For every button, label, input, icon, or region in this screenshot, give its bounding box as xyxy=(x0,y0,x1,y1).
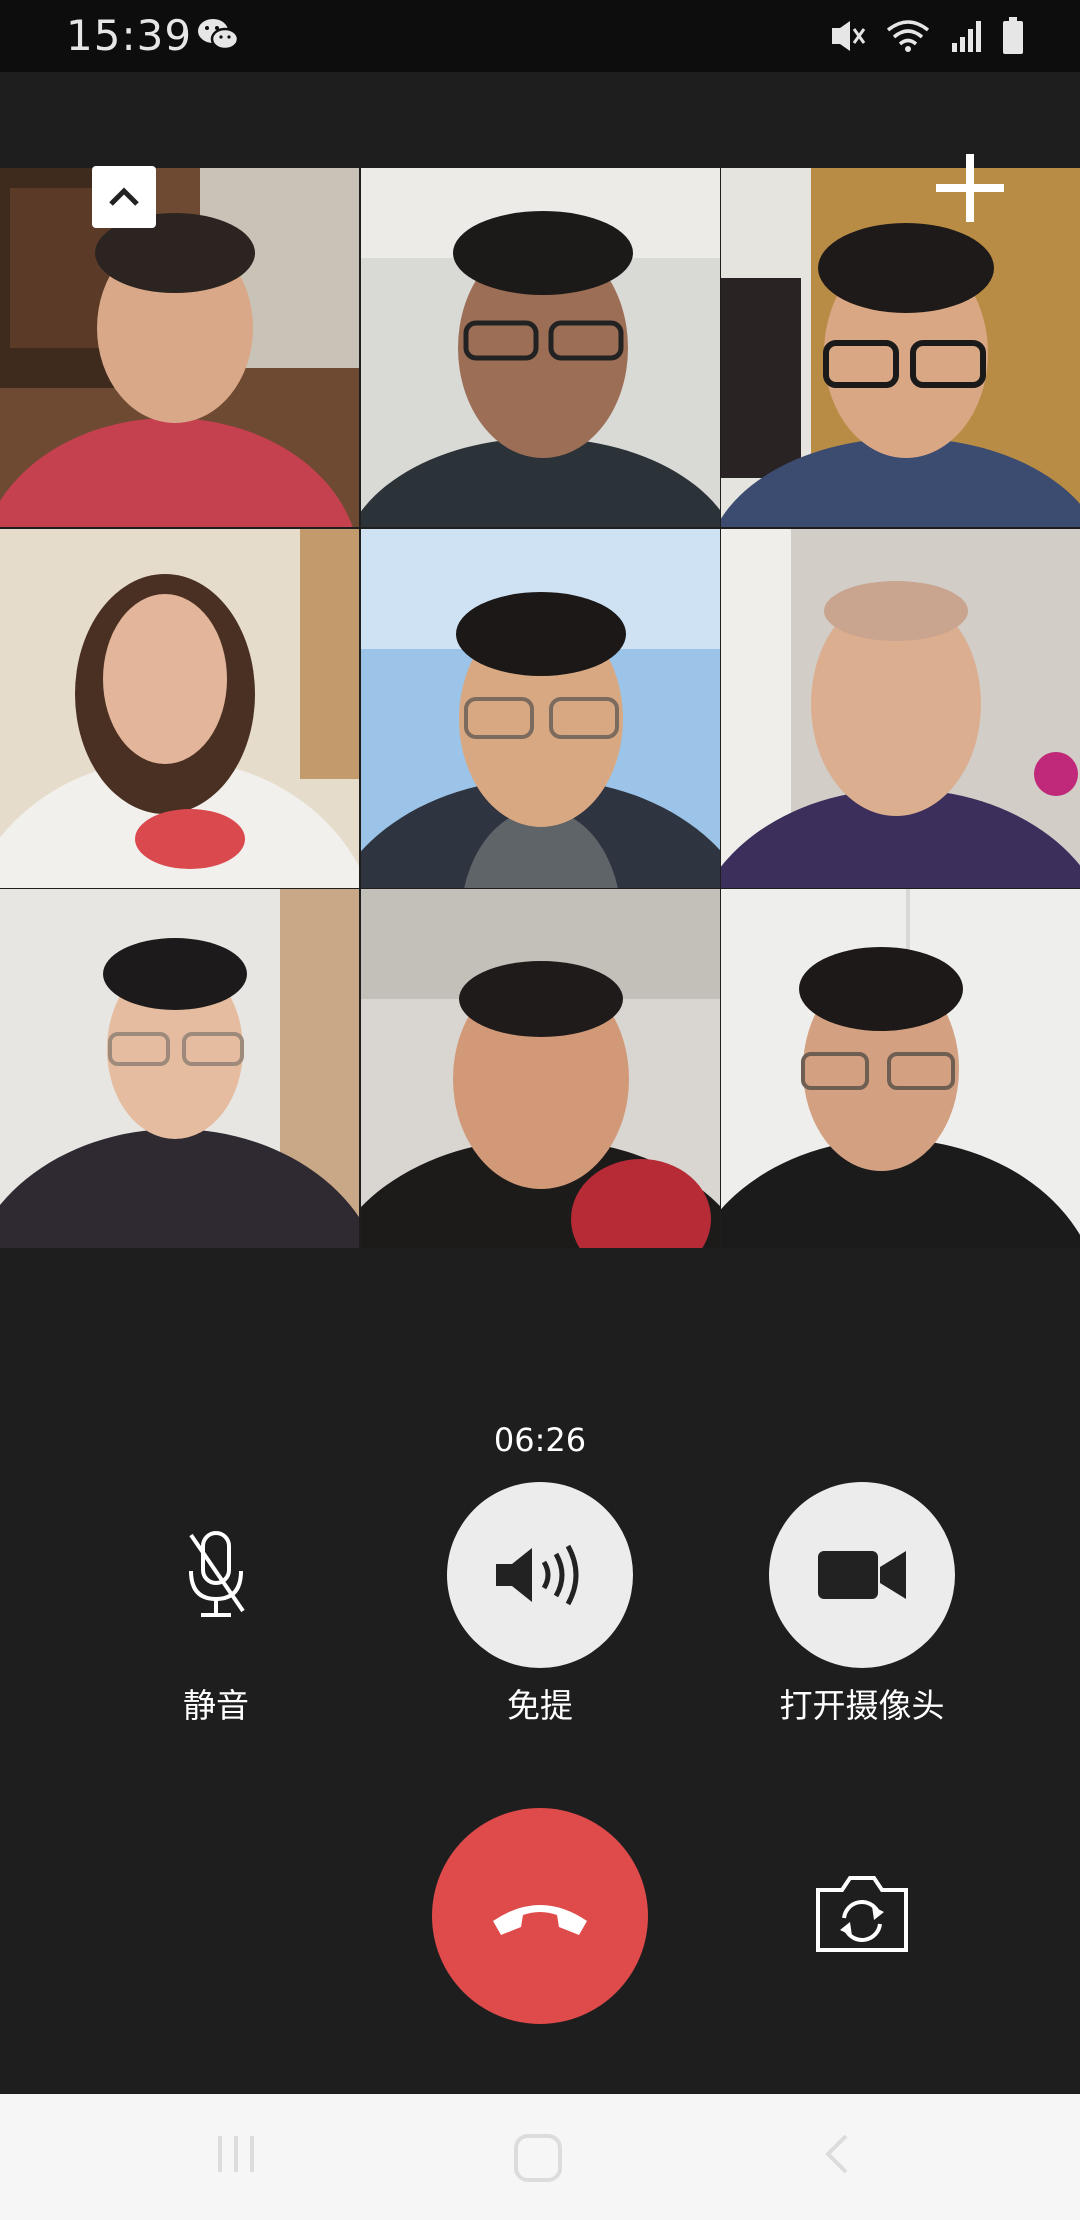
participant-video-tile[interactable] xyxy=(360,528,720,888)
speaker-icon xyxy=(496,1544,579,1606)
wechat-icon xyxy=(198,19,240,51)
switch-camera-button[interactable] xyxy=(812,1872,912,1956)
speaker-label: 免提 xyxy=(507,1686,573,1725)
participant-video-feed xyxy=(0,168,359,527)
participant-video-grid xyxy=(0,168,1080,1248)
add-member-button[interactable] xyxy=(932,150,1008,226)
participant-video-tile[interactable] xyxy=(721,528,1080,888)
participant-video-feed xyxy=(0,889,359,1248)
system-navigation-bar xyxy=(0,2094,1080,2220)
participant-video-tile[interactable] xyxy=(721,889,1080,1248)
speaker-control[interactable] xyxy=(447,1482,633,1668)
call-timer: 06:26 xyxy=(493,1421,587,1459)
mute-button[interactable]: 静音 xyxy=(86,1482,346,1726)
participant-video-feed xyxy=(360,528,720,888)
video-camera-icon xyxy=(818,1551,906,1599)
battery-icon xyxy=(1003,17,1023,54)
camera-control[interactable] xyxy=(769,1482,955,1668)
status-bar: 15:39 xyxy=(0,0,1080,72)
hang-up-button[interactable] xyxy=(432,1808,648,2024)
recent-apps-icon[interactable] xyxy=(214,2132,258,2176)
speaker-button[interactable]: 免提 xyxy=(410,1482,670,1726)
participant-video-tile[interactable] xyxy=(360,889,720,1248)
signal-icon xyxy=(952,21,981,52)
home-icon[interactable] xyxy=(512,2132,564,2184)
mute-control[interactable] xyxy=(123,1482,309,1668)
participant-video-feed xyxy=(360,168,720,527)
participant-video-tile[interactable] xyxy=(0,528,359,888)
camera-button[interactable]: 打开摄像头 xyxy=(732,1482,992,1726)
wifi-icon xyxy=(886,20,930,52)
participant-video-feed xyxy=(721,889,1080,1248)
camera-label: 打开摄像头 xyxy=(779,1686,945,1725)
back-icon[interactable] xyxy=(822,2132,852,2176)
mute-label: 静音 xyxy=(183,1686,249,1725)
chevron-up-icon xyxy=(109,187,139,206)
microphone-off-icon xyxy=(189,1531,245,1617)
participant-video-feed xyxy=(360,889,720,1248)
collapse-button[interactable] xyxy=(92,166,156,228)
participant-video-feed xyxy=(721,528,1080,888)
status-time: 15:39 xyxy=(66,11,193,60)
participant-video-feed xyxy=(0,528,359,888)
mute-vibrate-icon xyxy=(832,21,866,51)
phone-hangup-icon xyxy=(493,1905,587,1935)
participant-video-tile[interactable] xyxy=(721,168,1080,527)
participant-video-tile[interactable] xyxy=(0,889,359,1248)
participant-video-tile[interactable] xyxy=(0,168,359,527)
participant-video-tile[interactable] xyxy=(360,168,720,527)
participant-video-feed xyxy=(721,168,1080,527)
status-icons xyxy=(826,16,1024,56)
